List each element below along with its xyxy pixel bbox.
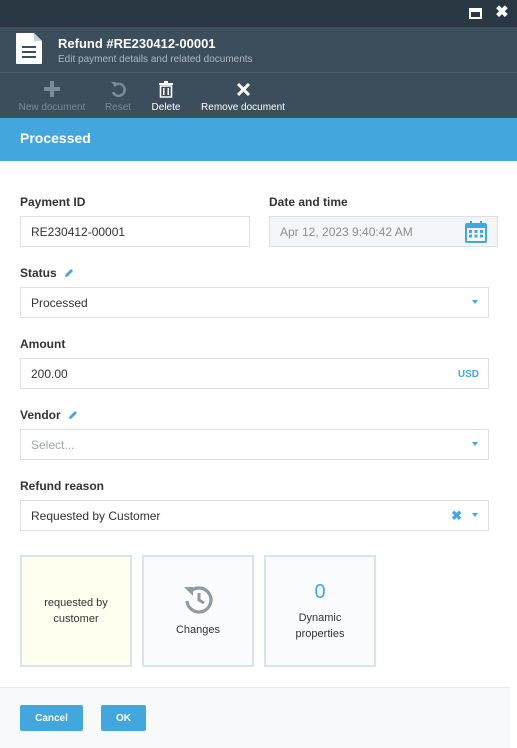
refund-reason-select[interactable]: Requested by Customer ✖: [20, 500, 489, 531]
status-banner: Processed: [0, 118, 517, 161]
remove-document-label: Remove document: [201, 102, 285, 113]
delete-label: Delete: [151, 102, 181, 113]
vendor-label: Vendor: [20, 408, 78, 422]
status-value: Processed: [31, 295, 88, 310]
history-icon: [184, 586, 213, 614]
cancel-button[interactable]: Cancel: [20, 705, 83, 731]
new-document-button[interactable]: New document: [16, 79, 88, 117]
undo-icon: [110, 79, 127, 99]
date-time-value: Apr 12, 2023 9:40:42 AM: [280, 224, 413, 239]
footer: Cancel OK: [0, 687, 510, 748]
page-subtitle: Edit payment details and related documen…: [58, 54, 253, 65]
changes-widget[interactable]: Changes: [142, 555, 254, 667]
currency-suffix: USD: [457, 369, 479, 380]
amount-input[interactable]: 200.00 USD: [20, 358, 489, 389]
trash-icon: [159, 79, 173, 99]
plus-icon: [44, 79, 60, 99]
maximize-icon[interactable]: [466, 4, 484, 22]
refund-reason-value: Requested by Customer: [31, 508, 161, 523]
vendor-label-text: Vendor: [20, 408, 61, 422]
chevron-down-icon: [472, 300, 478, 304]
payment-id-label: Payment ID: [20, 195, 86, 209]
dynamic-properties-widget[interactable]: 0 Dynamic properties: [264, 555, 376, 667]
vendor-select[interactable]: Select...: [20, 429, 489, 460]
reset-button[interactable]: Reset: [101, 79, 135, 117]
close-icon[interactable]: ✖: [493, 4, 511, 22]
date-time-input: Apr 12, 2023 9:40:42 AM: [269, 216, 498, 247]
vendor-placeholder: Select...: [31, 437, 75, 452]
amount-value: 200.00: [31, 366, 68, 381]
document-icon: [16, 33, 42, 64]
chevron-down-icon: [472, 442, 478, 446]
pencil-icon[interactable]: [64, 268, 74, 278]
dynamic-properties-label: Dynamic properties: [295, 611, 345, 640]
dynamic-properties-count: 0: [314, 580, 326, 603]
payment-id-value: RE230412-00001: [31, 224, 126, 239]
remove-document-button[interactable]: Remove document: [197, 79, 289, 117]
delete-button[interactable]: Delete: [148, 79, 184, 117]
status-select[interactable]: Processed: [20, 287, 489, 318]
page-title: Refund #RE230412-00001: [58, 36, 216, 51]
reset-label: Reset: [104, 102, 132, 113]
status-banner-text: Processed: [20, 130, 91, 146]
new-document-label: New document: [18, 102, 86, 113]
note-text: requested by customer: [44, 597, 108, 625]
cross-icon: [236, 79, 250, 99]
refund-reason-label: Refund reason: [20, 479, 105, 493]
status-label-text: Status: [20, 266, 57, 280]
amount-label: Amount: [20, 337, 66, 351]
payment-id-input[interactable]: RE230412-00001: [20, 216, 250, 247]
toolbar: New document Reset Delete Remove documen…: [0, 72, 517, 118]
changes-label: Changes: [175, 624, 221, 636]
chevron-down-icon: [472, 513, 478, 517]
note-widget[interactable]: requested by customer: [20, 555, 132, 667]
ok-button[interactable]: OK: [101, 705, 146, 731]
clear-icon[interactable]: ✖: [451, 508, 462, 524]
status-label: Status: [20, 266, 74, 280]
calendar-icon[interactable]: [465, 221, 487, 243]
blade-header: Refund #RE230412-00001 Edit payment deta…: [0, 27, 517, 72]
pencil-icon[interactable]: [68, 410, 78, 420]
window-titlebar: ✖: [0, 0, 517, 27]
date-time-label: Date and time: [269, 195, 348, 209]
